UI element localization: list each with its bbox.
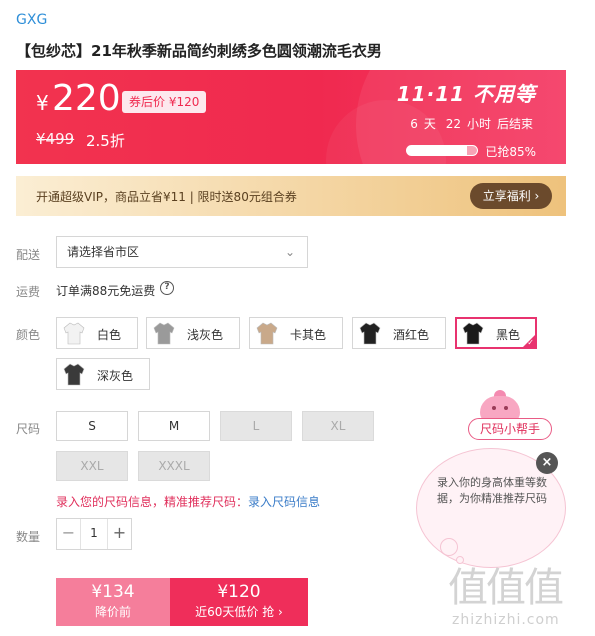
sweater-thumbnail <box>153 321 175 345</box>
sold-progress-bar <box>406 145 478 156</box>
size-helper-button[interactable]: 尺码小帮手 <box>468 418 552 440</box>
event-title: 11·11 不用等 <box>396 82 536 106</box>
sweater-thumbnail <box>359 321 381 345</box>
sweater-thumbnail <box>63 362 85 386</box>
countdown-suffix: 后结束 <box>496 117 533 131</box>
buy-now-label: 近60天低价 抢 › <box>195 605 283 619</box>
shipping-info: 订单满88元免运费 <box>56 284 156 298</box>
region-select[interactable]: 请选择省市区 ⌄ <box>56 236 308 268</box>
color-option-label: 酒红色 <box>393 328 430 342</box>
progress-remaining <box>466 146 477 155</box>
delivery-label: 配送 <box>16 248 41 262</box>
size-hint-text: 录入您的尺码信息，精准推荐尺码： <box>56 495 249 509</box>
check-icon: ✓ <box>527 338 534 347</box>
sweater-thumbnail <box>462 321 484 345</box>
countdown-days: 6 <box>410 117 418 131</box>
discount-rate: 2.5折 <box>86 132 125 150</box>
help-icon[interactable]: ? <box>160 281 174 295</box>
size-entry-link[interactable]: 录入尺码信息 <box>248 495 320 509</box>
bubble-tail <box>440 538 458 556</box>
size-option-l: L <box>220 411 292 441</box>
size-label: 尺码 <box>16 422 41 436</box>
shipping-label: 运费 <box>16 285 41 299</box>
product-title: 【包纱芯】21年秋季新品简约刺绣多色圆领潮流毛衣男 <box>16 42 382 60</box>
current-price: 220 <box>52 78 121 119</box>
buy-now-button[interactable]: ¥120 近60天低价 抢 › <box>170 578 308 626</box>
color-option-khaki[interactable]: 卡其色 <box>249 317 343 349</box>
color-option-white[interactable]: 白色 <box>56 317 138 349</box>
sold-progress-text: 已抢85% <box>485 145 536 159</box>
vip-promo-bar: 开通超级VIP，商品立省¥11 | 限时送80元组合券 立享福利 › <box>16 176 566 216</box>
previous-price: ¥134 <box>91 582 135 602</box>
watermark-logo: 值值值 <box>448 565 564 611</box>
color-option-label: 卡其色 <box>290 328 327 342</box>
mascot-eye <box>504 406 508 410</box>
size-option-xl: XL <box>302 411 374 441</box>
price-banner: ¥ 220 券后价 ¥120 ¥499 2.5折 11·11 不用等 6天 22… <box>16 70 566 164</box>
color-label: 颜色 <box>16 328 41 342</box>
color-option-black[interactable]: 黑色 ✓ <box>455 317 537 349</box>
size-option-xxl: XXL <box>56 451 128 481</box>
countdown-days-unit: 天 <box>423 117 436 131</box>
previous-price-label: 降价前 <box>94 605 131 619</box>
countdown-hours: 22 <box>445 117 461 131</box>
previous-price-button[interactable]: ¥134 降价前 <box>56 578 170 626</box>
color-option-wine-red[interactable]: 酒红色 <box>352 317 446 349</box>
size-helper-text: 录入你的身高体重等数据，为你精准推荐尺码 <box>437 476 547 505</box>
original-price: ¥499 <box>36 130 75 148</box>
quantity-stepper: − 1 + <box>56 518 132 550</box>
vip-promo-text: 开通超级VIP，商品立省¥11 | 限时送80元组合券 <box>36 190 297 204</box>
color-option-light-gray[interactable]: 浅灰色 <box>146 317 240 349</box>
watermark-url: zhizhizhi.com <box>452 612 560 628</box>
chevron-down-icon: ⌄ <box>284 245 295 259</box>
size-option-xxxl: XXXL <box>138 451 210 481</box>
brand-link[interactable]: GXG <box>16 12 47 28</box>
quantity-input[interactable]: 1 <box>81 526 107 540</box>
color-option-label: 浅灰色 <box>187 328 224 342</box>
color-option-label: 白色 <box>97 328 122 342</box>
countdown-hours-unit: 小时 <box>466 117 491 131</box>
size-option-s[interactable]: S <box>56 411 128 441</box>
size-hint: 录入您的尺码信息，精准推荐尺码：录入尺码信息 <box>56 493 320 510</box>
buy-now-price: ¥120 <box>217 582 261 602</box>
close-icon[interactable]: × <box>536 452 558 474</box>
color-option-label: 深灰色 <box>97 369 134 383</box>
vip-benefit-button[interactable]: 立享福利 › <box>470 183 552 209</box>
quantity-label: 数量 <box>16 530 41 544</box>
sweater-thumbnail <box>256 321 278 345</box>
sweater-thumbnail <box>63 321 85 345</box>
quantity-increase-button[interactable]: + <box>107 519 131 549</box>
region-select-value: 请选择省市区 <box>67 245 140 259</box>
mascot-eye <box>492 406 496 410</box>
color-option-label: 黑色 <box>496 328 521 342</box>
coupon-price-badge: 券后价 ¥120 <box>122 91 207 113</box>
countdown: 6天 22 小时 后结束 <box>407 115 536 132</box>
quantity-decrease-button[interactable]: − <box>57 519 81 549</box>
size-option-m[interactable]: M <box>138 411 210 441</box>
currency-symbol: ¥ <box>36 91 49 115</box>
color-option-dark-gray[interactable]: 深灰色 <box>56 358 150 390</box>
